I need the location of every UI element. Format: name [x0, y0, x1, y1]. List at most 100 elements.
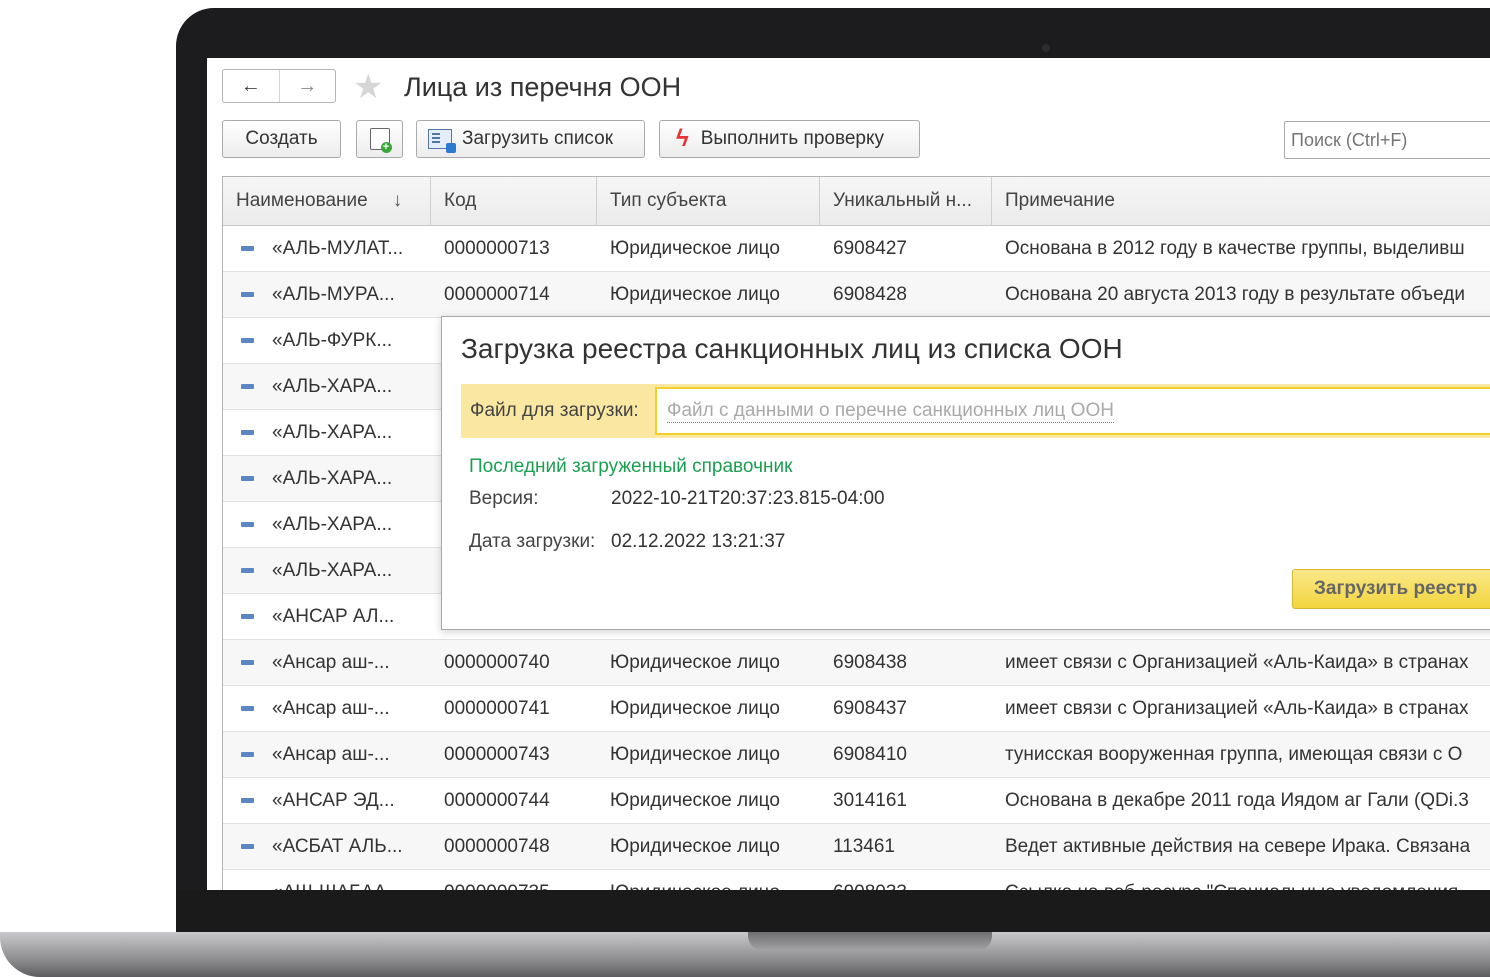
cell-name-text: «Ансар аш-...	[272, 651, 390, 673]
table-row[interactable]: «Ансар аш-... 0000000740 Юридическое лицо 6…	[223, 640, 1490, 686]
column-header-code[interactable]: Код	[431, 177, 597, 225]
laptop-base	[0, 932, 1490, 977]
table-row[interactable]: «Ансар аш-... 0000000743 Юридическое лицо 6…	[223, 732, 1490, 778]
cell-code-text: 0000000741	[444, 697, 550, 719]
cell-type-text: Юридическое лицо	[610, 651, 780, 673]
table-row[interactable]: «АНСАР ЭД... 0000000744 Юридическое лицо 30…	[223, 778, 1490, 824]
cell-name-text: «АСБАТ АЛЬ...	[272, 835, 403, 857]
cell-name: «АНСАР АЛ...	[223, 594, 431, 639]
cell-name: «АЛЬ-ХАРА...	[223, 548, 431, 593]
page-title: Лица из перечня ООН	[404, 72, 682, 102]
table-header: Наименование ↓ Код Тип субъекта Уникальн…	[223, 177, 1490, 226]
column-header-label: Код	[444, 190, 477, 211]
item-marker-icon	[241, 614, 254, 619]
cell-type-text: Юридическое лицо	[610, 697, 780, 719]
cell-name-text: «АЛЬ-МУЛАТ...	[272, 237, 404, 259]
cell-name: «АЛЬ-ХАРА...	[223, 364, 431, 409]
column-header-label: Примечание	[1005, 190, 1115, 211]
table-row[interactable]: «АЛЬ-МУЛАТ... 0000000713 Юридическое лицо 6…	[223, 226, 1490, 272]
cell-name-text: «АЛЬ-МУРА...	[272, 283, 395, 305]
create-copy-button[interactable]	[356, 120, 403, 158]
cell-unique-number-text: 6908033	[833, 882, 907, 891]
cell-type-text: Юридическое лицо	[610, 789, 780, 811]
favorite-star-icon[interactable]: ★	[353, 67, 383, 107]
cell-type-text: Юридическое лицо	[610, 743, 780, 765]
cell-unique-number-text: 6908437	[833, 697, 907, 719]
table-row[interactable]: «АСБАТ АЛЬ... 0000000748 Юридическое лицо 1…	[223, 824, 1490, 870]
cell-name: «АЛЬ-ХАРА...	[223, 410, 431, 455]
column-header-label: Уникальный н...	[833, 190, 972, 211]
back-arrow-icon[interactable]: ←	[223, 70, 279, 102]
load-registry-label: Загрузить реестр	[1314, 578, 1478, 599]
cell-type: Юридическое лицо	[597, 272, 820, 317]
cell-unique-number-text: 6908427	[833, 237, 907, 259]
cell-type-text: Юридическое лицо	[610, 283, 780, 305]
navigation-buttons: ← →	[222, 69, 336, 103]
laptop-notch	[748, 932, 992, 950]
cell-name-text: «АШ-ШАБАА...	[272, 882, 402, 891]
cell-type-text: Юридическое лицо	[610, 835, 780, 857]
cell-note: Ведет активные действия на севере Ирака.…	[992, 824, 1490, 869]
cell-note-text: Основана в 2012 году в качестве группы, …	[1005, 237, 1465, 259]
run-check-label: Выполнить проверку	[700, 128, 885, 149]
cell-note: Основана в декабре 2011 года Иядом аг Га…	[992, 778, 1490, 823]
cell-name: «АЛЬ-МУЛАТ...	[223, 226, 431, 271]
column-header-unique-number[interactable]: Уникальный н...	[820, 177, 992, 225]
column-header-name[interactable]: Наименование ↓	[223, 177, 431, 225]
cell-note-text: имеет связи с Организацией «Аль-Каида» в…	[1005, 697, 1469, 719]
table-row[interactable]: «Ансар аш-... 0000000741 Юридическое лицо 6…	[223, 686, 1490, 732]
cell-type: Юридическое лицо	[597, 778, 820, 823]
cell-name: «АЛЬ-ХАРА...	[223, 502, 431, 547]
cell-code: 0000000713	[431, 226, 597, 271]
laptop-chin	[176, 890, 1490, 938]
table-row[interactable]: «АШ-ШАБАА... 0000000735 Юридическое лицо 69…	[223, 870, 1490, 891]
cell-note-text: Ведет активные действия на севере Ирака.…	[1005, 835, 1471, 857]
cell-name: «АЛЬ-МУРА...	[223, 272, 431, 317]
run-check-button[interactable]: ϟ Выполнить проверку	[659, 120, 920, 158]
cell-name: «АНСАР ЭД...	[223, 778, 431, 823]
cell-type-text: Юридическое лицо	[610, 882, 780, 891]
cell-unique-number: 6908033	[820, 870, 992, 891]
item-marker-icon	[241, 522, 254, 527]
cell-note-text: тунисская вооруженная группа, имеющая св…	[1005, 743, 1463, 765]
cell-code: 0000000741	[431, 686, 597, 731]
item-marker-icon	[241, 660, 254, 665]
dialog-title: Загрузка реестра санкционных лиц из спис…	[461, 333, 1123, 364]
cell-type: Юридическое лицо	[597, 226, 820, 271]
lightning-icon: ϟ	[676, 125, 689, 152]
cell-code: 0000000744	[431, 778, 597, 823]
column-header-type[interactable]: Тип субъекта	[597, 177, 820, 225]
file-label: Файл для загрузки:	[470, 400, 639, 421]
search-input[interactable]	[1284, 121, 1490, 159]
load-date-label: Дата загрузки:	[469, 531, 596, 552]
cell-code-text: 0000000748	[444, 835, 550, 857]
load-list-button[interactable]: Загрузить список	[416, 120, 645, 158]
camera-icon	[1042, 44, 1050, 52]
table-row[interactable]: «АЛЬ-МУРА... 0000000714 Юридическое лицо 69…	[223, 272, 1490, 318]
item-marker-icon	[241, 430, 254, 435]
add-document-icon	[369, 128, 392, 153]
version-value: 2022-10-21T20:37:23.815-04:00	[611, 488, 885, 509]
load-registry-button[interactable]: Загрузить реестр	[1292, 569, 1490, 609]
cell-code-text: 0000000740	[444, 651, 550, 673]
cell-name-text: «АЛЬ-ХАРА...	[272, 467, 393, 489]
file-input[interactable]: Файл с данными о перечне санкционных лиц…	[655, 387, 1490, 435]
cell-note: Основана в 2012 году в качестве группы, …	[992, 226, 1490, 271]
forward-arrow-icon[interactable]: →	[278, 70, 336, 102]
cell-unique-number-text: 6908410	[833, 743, 907, 765]
cell-note: Основана 20 августа 2013 году в результа…	[992, 272, 1490, 317]
cell-type-text: Юридическое лицо	[610, 237, 780, 259]
cell-unique-number: 6908427	[820, 226, 992, 271]
column-header-note[interactable]: Примечание	[992, 177, 1490, 225]
cell-name: «Ансар аш-...	[223, 686, 431, 731]
item-marker-icon	[241, 752, 254, 757]
cell-name-text: «АЛЬ-ХАРА...	[272, 559, 393, 581]
cell-code: 0000000735	[431, 870, 597, 891]
item-marker-icon	[241, 706, 254, 711]
create-button[interactable]: Создать	[222, 120, 341, 158]
sort-arrow-icon: ↓	[392, 190, 403, 211]
cell-note: тунисская вооруженная группа, имеющая св…	[992, 732, 1490, 777]
load-list-label: Загрузить список	[462, 128, 614, 149]
cell-name: «АЛЬ-ФУРК...	[223, 318, 431, 363]
cell-type: Юридическое лицо	[597, 824, 820, 869]
